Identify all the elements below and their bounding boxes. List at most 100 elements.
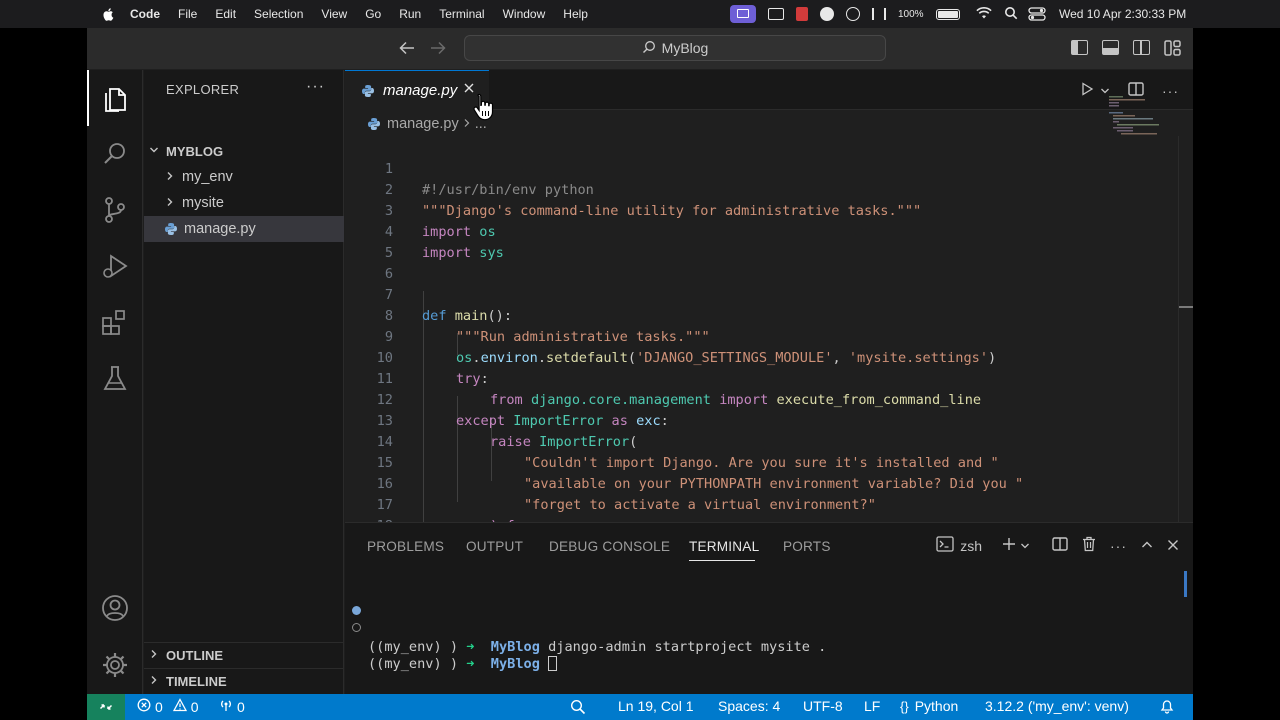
chevron-down-icon[interactable] bbox=[1020, 538, 1030, 554]
command-center-label: MyBlog bbox=[661, 40, 709, 56]
editor-group: manage.py ··· manage.py ... 1 #!/usr/bin… bbox=[345, 70, 1193, 522]
more-actions-icon[interactable]: ··· bbox=[1110, 538, 1127, 554]
command-pending-decoration[interactable] bbox=[352, 623, 361, 632]
battery-icon[interactable] bbox=[935, 8, 960, 20]
play-circle-icon[interactable] bbox=[846, 7, 860, 21]
menu-go[interactable]: Go bbox=[365, 7, 381, 21]
python-file-icon bbox=[361, 84, 375, 98]
problems-status[interactable]: 0 0 bbox=[137, 698, 199, 715]
control-center-icon[interactable] bbox=[1028, 7, 1046, 24]
menu-view[interactable]: View bbox=[321, 7, 347, 21]
terminal-text: ((my_env) ) ➜ MyBlog django-admin startp… bbox=[368, 638, 826, 656]
toggle-primary-sidebar-icon[interactable] bbox=[1071, 40, 1088, 55]
menu-app-name[interactable]: Code bbox=[130, 7, 160, 21]
language-mode[interactable]: {} Python bbox=[900, 698, 958, 714]
tree-file-manage-py[interactable]: manage.py bbox=[144, 216, 344, 242]
warning-icon bbox=[172, 698, 187, 715]
status-bar: 0 0 0 Ln 19, Col 1 Spaces: 4 UTF-8 LF {}… bbox=[87, 694, 1193, 720]
apple-icon[interactable] bbox=[102, 7, 116, 21]
encoding-status[interactable]: UTF-8 bbox=[803, 698, 843, 714]
menu-terminal[interactable]: Terminal bbox=[439, 7, 484, 21]
code-editor[interactable]: 1 #!/usr/bin/env python 2 """Django's co… bbox=[345, 136, 1175, 522]
search-icon[interactable] bbox=[1004, 6, 1018, 23]
menu-help[interactable]: Help bbox=[563, 7, 588, 21]
breadcrumb: manage.py ... bbox=[367, 116, 487, 132]
toggle-panel-icon[interactable] bbox=[1102, 40, 1119, 55]
tab-debug-console[interactable]: DEBUG CONSOLE bbox=[549, 539, 670, 554]
tab-problems[interactable]: PROBLEMS bbox=[367, 539, 444, 554]
search-icon[interactable] bbox=[99, 138, 131, 170]
command-success-decoration[interactable] bbox=[352, 606, 361, 615]
display-icon[interactable] bbox=[768, 8, 784, 20]
cursor-position[interactable]: Ln 19, Col 1 bbox=[618, 698, 694, 714]
screen-record-icon[interactable] bbox=[730, 5, 756, 23]
menu-selection[interactable]: Selection bbox=[254, 7, 303, 21]
bottom-panel: PROBLEMS OUTPUT DEBUG CONSOLE TERMINAL P… bbox=[345, 522, 1193, 694]
customize-layout-icon[interactable] bbox=[1164, 40, 1181, 61]
chevron-right-icon bbox=[162, 171, 178, 184]
menubar-clock[interactable]: Wed 10 Apr 2:30:33 PM bbox=[1059, 7, 1186, 21]
wifi-icon[interactable] bbox=[976, 6, 992, 23]
command-center-search[interactable]: MyBlog bbox=[464, 35, 886, 61]
maximize-panel-chevron-up-icon[interactable] bbox=[1141, 538, 1153, 554]
arrow-right-icon[interactable] bbox=[430, 39, 446, 60]
active-tab-underline bbox=[689, 560, 755, 561]
arrow-left-icon[interactable] bbox=[399, 39, 415, 60]
outline-section[interactable]: OUTLINE bbox=[144, 642, 344, 668]
terminal-scrollbar[interactable] bbox=[1184, 571, 1187, 597]
code-line: 17 ) from exc bbox=[345, 474, 1175, 522]
kill-terminal-trash-icon[interactable] bbox=[1082, 536, 1096, 555]
terminal-shell-name[interactable]: zsh bbox=[960, 538, 982, 554]
cloud-icon[interactable] bbox=[820, 7, 834, 21]
language-label: Python bbox=[914, 698, 959, 714]
close-panel-icon[interactable] bbox=[1167, 538, 1179, 554]
terminal-dir: MyBlog bbox=[490, 639, 540, 655]
run-and-debug-icon[interactable] bbox=[99, 250, 131, 282]
code-line: 6 bbox=[345, 243, 1175, 282]
timeline-label: TIMELINE bbox=[166, 674, 227, 689]
editor-scrollbar-thumb[interactable] bbox=[1179, 306, 1193, 308]
remote-indicator-icon[interactable] bbox=[87, 694, 125, 720]
audio-bars-icon[interactable] bbox=[872, 8, 886, 20]
chevron-right-icon bbox=[463, 116, 471, 132]
eol-status[interactable]: LF bbox=[864, 698, 880, 714]
tab-manage-py[interactable]: manage.py bbox=[345, 70, 489, 110]
code-line: 2 """Django's command-line utility for a… bbox=[345, 159, 1175, 219]
breadcrumb-file[interactable]: manage.py bbox=[387, 116, 459, 132]
testing-flask-icon[interactable] bbox=[99, 362, 131, 394]
tree-folder-mysite[interactable]: mysite bbox=[144, 190, 344, 216]
tree-item-label: mysite bbox=[182, 195, 224, 211]
zoom-icon[interactable] bbox=[570, 699, 586, 718]
add-terminal-icon[interactable] bbox=[1002, 537, 1016, 554]
menu-file[interactable]: File bbox=[178, 7, 197, 21]
tree-folder-my-env[interactable]: my_env bbox=[144, 164, 344, 190]
menu-window[interactable]: Window bbox=[503, 7, 546, 21]
notifications-bell-icon[interactable] bbox=[1160, 698, 1174, 717]
manage-gear-icon[interactable] bbox=[99, 649, 131, 681]
minimap[interactable] bbox=[1109, 96, 1167, 136]
tab-output[interactable]: OUTPUT bbox=[466, 539, 523, 554]
workspace-root[interactable]: MYBLOG bbox=[144, 138, 344, 164]
terminal-line: ((my_env) ) ➜ MyBlog django-admin startp… bbox=[345, 602, 1193, 655]
menu-run[interactable]: Run bbox=[399, 7, 421, 21]
source-control-icon[interactable] bbox=[99, 194, 131, 226]
split-terminal-icon[interactable] bbox=[1052, 537, 1068, 554]
menu-edit[interactable]: Edit bbox=[215, 7, 236, 21]
tab-ports[interactable]: PORTS bbox=[783, 539, 831, 554]
tree-item-label: manage.py bbox=[184, 221, 256, 237]
timeline-section[interactable]: TIMELINE bbox=[144, 668, 344, 694]
battery-percent: 100% bbox=[898, 8, 924, 20]
recording-icon[interactable] bbox=[796, 7, 808, 21]
indentation-status[interactable]: Spaces: 4 bbox=[718, 698, 780, 714]
code-line: 10 try: bbox=[345, 327, 1175, 387]
tab-terminal[interactable]: TERMINAL bbox=[689, 539, 759, 554]
run-python-file-icon[interactable] bbox=[1080, 82, 1094, 99]
layout-controls bbox=[1071, 40, 1181, 61]
extensions-icon[interactable] bbox=[99, 306, 131, 338]
accounts-icon[interactable] bbox=[99, 592, 131, 624]
python-interpreter[interactable]: 3.12.2 ('my_env': venv) bbox=[985, 698, 1129, 714]
more-actions-icon[interactable]: ··· bbox=[306, 78, 325, 96]
explorer-icon[interactable] bbox=[99, 82, 131, 114]
ports-status[interactable]: 0 bbox=[219, 698, 245, 715]
toggle-secondary-sidebar-icon[interactable] bbox=[1133, 40, 1150, 55]
